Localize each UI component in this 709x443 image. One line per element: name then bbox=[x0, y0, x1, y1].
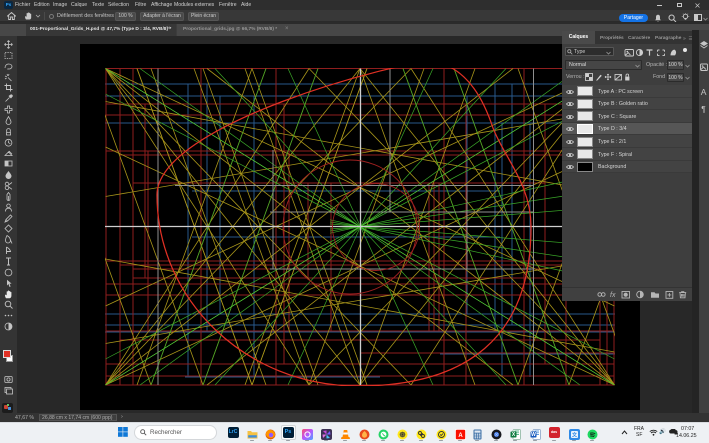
svg-text:fx: fx bbox=[610, 292, 616, 299]
svg-text:A: A bbox=[458, 432, 463, 438]
svg-text:¶: ¶ bbox=[701, 104, 706, 114]
svg-text:A: A bbox=[701, 87, 707, 97]
svg-text:W: W bbox=[531, 432, 536, 438]
